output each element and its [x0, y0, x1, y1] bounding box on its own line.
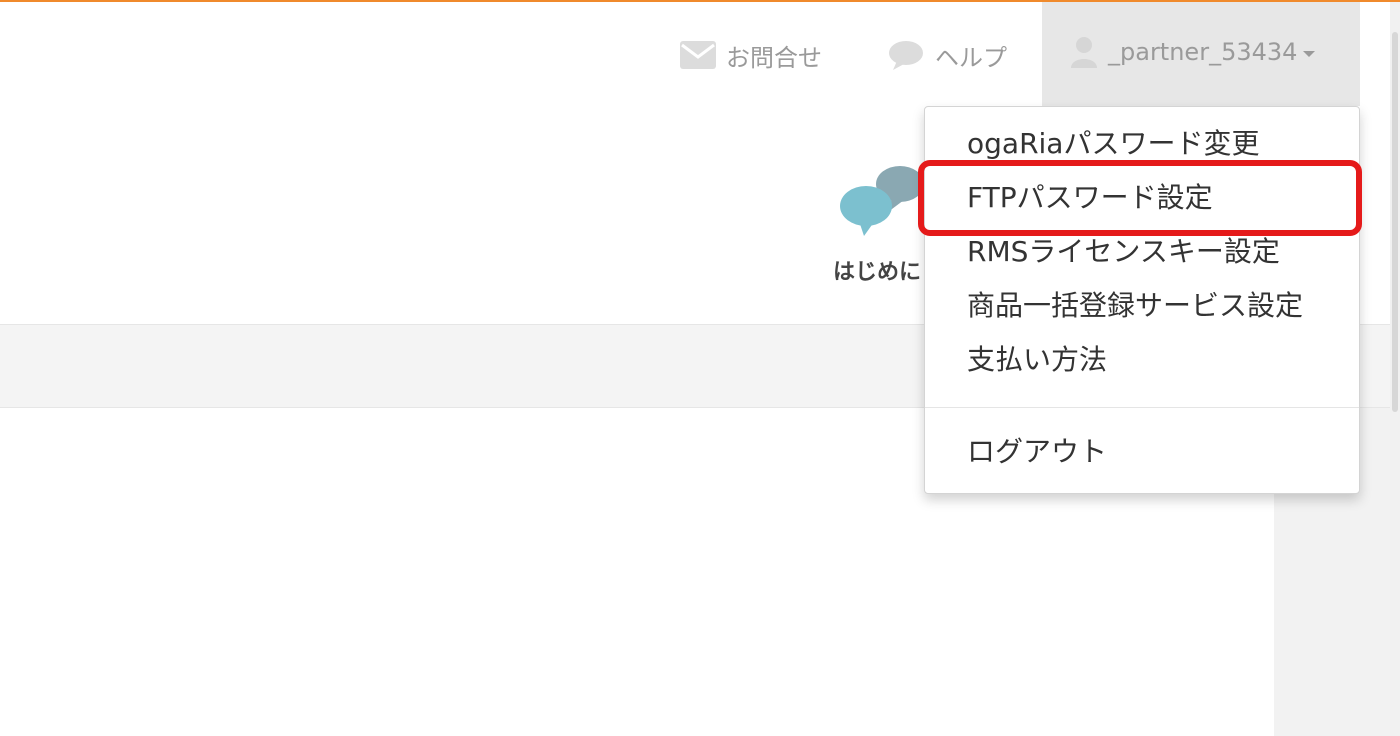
speech-bubble-icon [887, 39, 925, 71]
contact-label: お問合せ [726, 43, 822, 72]
scrollbar[interactable] [1390, 2, 1400, 736]
user-icon [1070, 36, 1098, 68]
chat-bubbles-icon [840, 166, 924, 236]
help-label: ヘルプ [935, 43, 1007, 72]
menu-item-rms-license[interactable]: RMSライセンスキー設定 [967, 235, 1280, 269]
highlight-box [918, 160, 1362, 236]
menu-item-ogaria-password[interactable]: ogaRiaパスワード変更 [967, 127, 1259, 161]
help-link[interactable]: ヘルプ [887, 38, 1007, 72]
mail-icon [680, 41, 716, 69]
user-name: _partner_53434 [1108, 38, 1298, 66]
contact-link[interactable]: お問合せ [680, 38, 822, 72]
scrollbar-thumb[interactable] [1392, 32, 1398, 412]
menu-item-payment-method[interactable]: 支払い方法 [967, 343, 1107, 377]
menu-item-logout[interactable]: ログアウト [967, 435, 1107, 469]
user-menu-toggle[interactable]: _partner_53434 [1042, 2, 1360, 106]
hajime-shortcut[interactable]: はじめに [830, 162, 930, 285]
caret-down-icon [1303, 51, 1316, 57]
menu-divider [925, 407, 1359, 408]
hajime-label: はじめに [833, 260, 922, 285]
menu-item-bulk-registration[interactable]: 商品一括登録サービス設定 [967, 289, 1303, 323]
